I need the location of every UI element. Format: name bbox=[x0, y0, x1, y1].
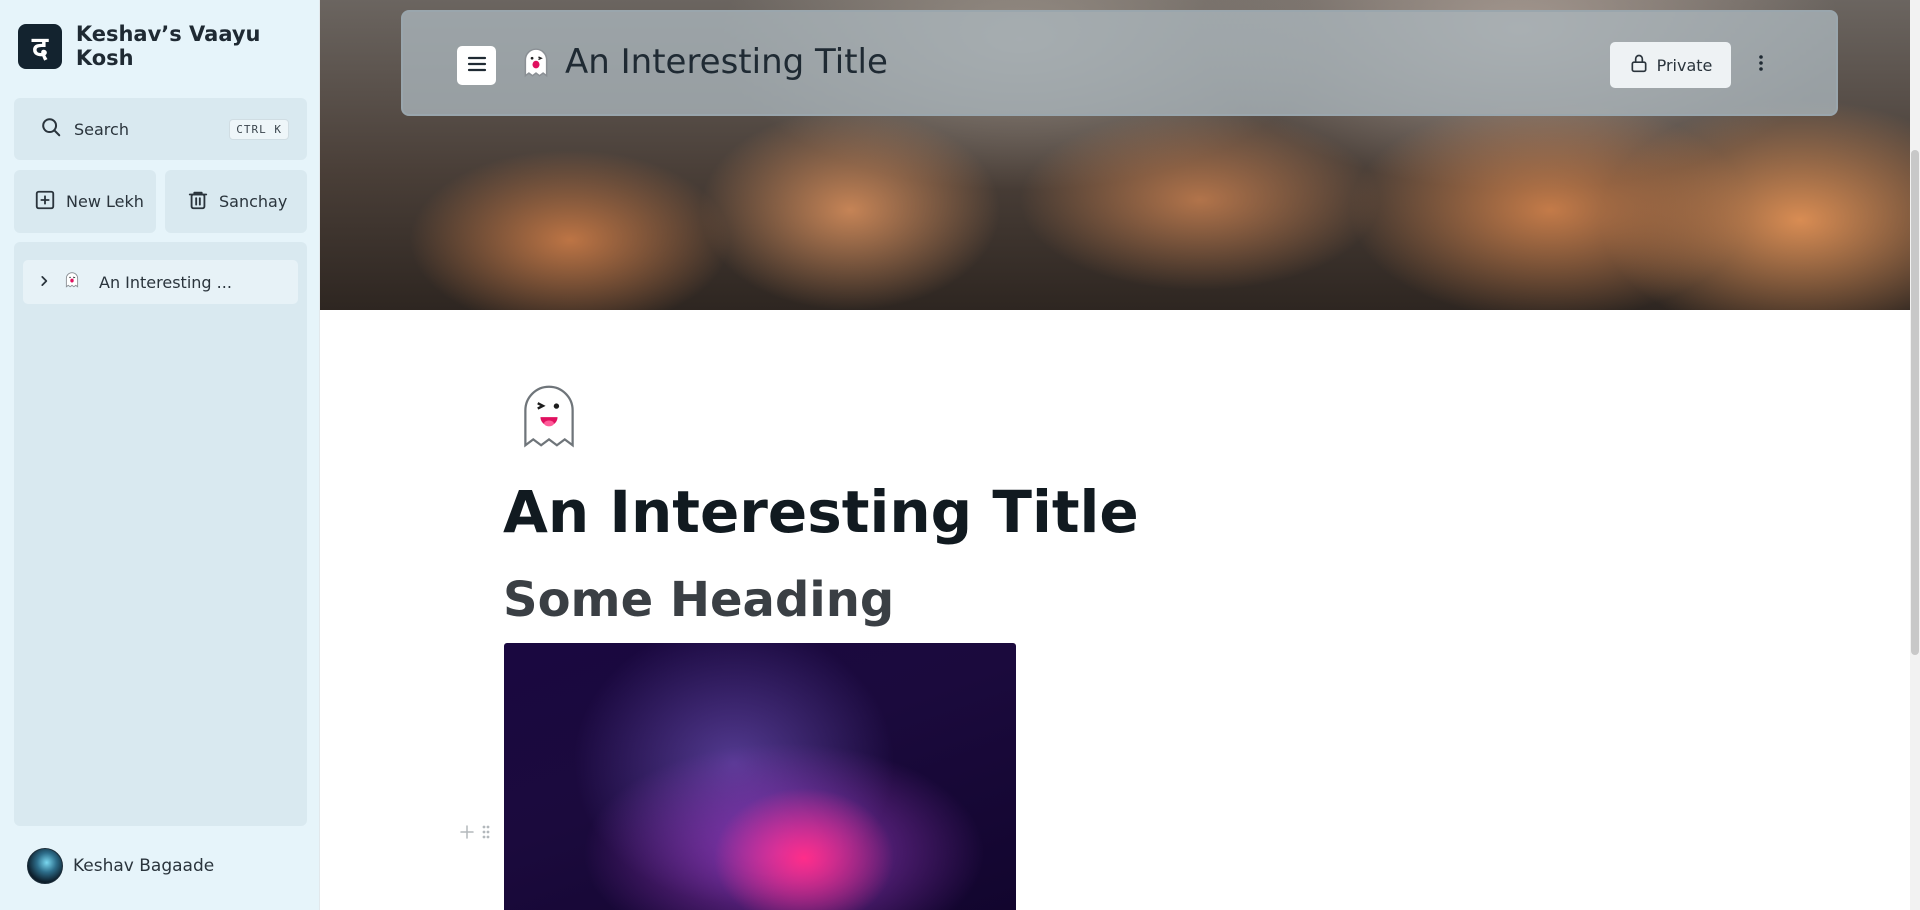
user-name: Keshav Bagaade bbox=[73, 856, 215, 876]
scrollbar[interactable] bbox=[1910, 0, 1920, 910]
menu-button[interactable] bbox=[457, 46, 496, 85]
main-content: An Interesting Title Private An Interest… bbox=[320, 0, 1920, 910]
sanchay-label: Sanchay bbox=[219, 192, 288, 211]
content-heading[interactable]: Some Heading bbox=[503, 572, 894, 628]
lock-icon bbox=[1629, 52, 1649, 78]
new-lekh-label: New Lekh bbox=[66, 192, 144, 211]
more-vertical-icon bbox=[1758, 54, 1764, 76]
ghost-icon bbox=[519, 45, 553, 85]
drag-handle-icon[interactable] bbox=[481, 824, 491, 844]
user-profile[interactable]: Keshav Bagaade bbox=[27, 848, 214, 884]
workspace-name: Keshav’s Vaayu Kosh bbox=[75, 22, 261, 70]
privacy-button[interactable]: Private bbox=[1610, 42, 1731, 88]
search-button[interactable]: Search CTRL K bbox=[14, 98, 307, 160]
content-image[interactable] bbox=[504, 643, 1016, 910]
chevron-right-icon[interactable] bbox=[37, 273, 51, 292]
hamburger-icon bbox=[467, 55, 487, 77]
tree-item-label: An Interesting ... bbox=[99, 272, 232, 292]
workspace-logo: द bbox=[18, 23, 62, 69]
block-controls bbox=[459, 824, 491, 844]
plus-square-icon bbox=[34, 189, 56, 215]
document-tree: An Interesting ... bbox=[14, 242, 307, 826]
more-options-button[interactable] bbox=[1749, 50, 1773, 80]
scrollbar-thumb[interactable] bbox=[1911, 150, 1919, 655]
search-icon bbox=[40, 116, 62, 142]
sanchay-button[interactable]: Sanchay bbox=[165, 170, 307, 233]
sidebar: द Keshav’s Vaayu Kosh Search CTRL K New … bbox=[0, 0, 320, 910]
ghost-icon bbox=[63, 271, 81, 293]
new-lekh-button[interactable]: New Lekh bbox=[14, 170, 156, 233]
document-topbar: An Interesting Title Private bbox=[401, 10, 1838, 116]
trash-icon bbox=[187, 189, 209, 215]
page-title[interactable]: An Interesting Title bbox=[503, 478, 1139, 546]
ghost-icon bbox=[513, 385, 585, 456]
add-block-icon[interactable] bbox=[459, 824, 475, 844]
search-shortcut-badge: CTRL K bbox=[229, 118, 289, 140]
workspace-brand[interactable]: द Keshav’s Vaayu Kosh bbox=[18, 22, 319, 70]
document-icon[interactable] bbox=[513, 380, 585, 456]
tree-item-document[interactable]: An Interesting ... bbox=[23, 260, 298, 304]
topbar-title[interactable]: An Interesting Title bbox=[565, 42, 888, 82]
search-label: Search bbox=[74, 119, 129, 139]
privacy-label: Private bbox=[1656, 55, 1713, 75]
avatar bbox=[27, 848, 63, 884]
